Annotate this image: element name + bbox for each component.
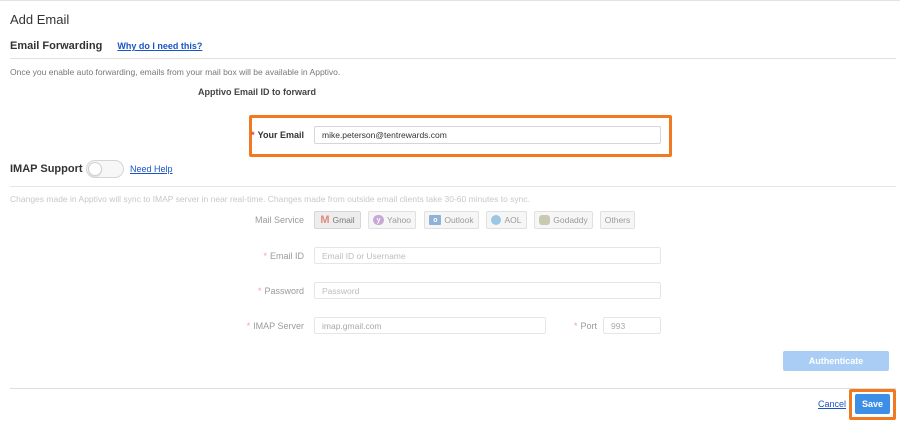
your-email-input[interactable] xyxy=(314,126,661,144)
save-button[interactable]: Save xyxy=(855,394,890,414)
gmail-service-button[interactable]: M Gmail xyxy=(314,211,361,229)
port-input[interactable] xyxy=(603,317,661,334)
email-id-label: * Email ID xyxy=(220,251,304,261)
imap-divider xyxy=(10,186,896,187)
aol-icon xyxy=(491,215,502,225)
password-label-text: Password xyxy=(264,286,304,296)
port-label: * Port xyxy=(555,321,597,331)
outlook-label: Outlook xyxy=(444,215,474,225)
godaddy-icon xyxy=(539,215,551,225)
why-need-this-link[interactable]: Why do I need this? xyxy=(117,41,202,51)
password-label: * Password xyxy=(220,286,304,296)
forwarding-divider xyxy=(10,58,896,59)
port-label-text: Port xyxy=(580,321,597,331)
toggle-knob xyxy=(88,162,102,176)
outlook-service-button[interactable]: o Outlook xyxy=(424,211,479,229)
aol-service-button[interactable]: AOL xyxy=(486,211,527,229)
email-id-input[interactable] xyxy=(314,247,661,264)
forwarding-description: Once you enable auto forwarding, emails … xyxy=(10,67,341,77)
others-service-button[interactable]: Others xyxy=(600,211,635,229)
outlook-icon: o xyxy=(429,215,442,225)
page-title: Add Email xyxy=(10,12,70,27)
required-mark: * xyxy=(257,286,262,296)
others-label: Others xyxy=(604,215,631,225)
imap-server-label-text: IMAP Server xyxy=(253,321,304,331)
required-mark: * xyxy=(263,251,267,261)
email-forwarding-title: Email Forwarding xyxy=(10,40,103,52)
authenticate-button[interactable]: Authenticate xyxy=(783,351,889,371)
aol-label: AOL xyxy=(504,215,522,225)
footer-divider xyxy=(10,388,896,389)
yahoo-service-button[interactable]: y Yahoo xyxy=(368,211,416,229)
need-help-link[interactable]: Need Help xyxy=(130,164,173,174)
apptivo-email-label: Apptivo Email ID to forward xyxy=(198,87,317,97)
gmail-icon: M xyxy=(320,213,330,226)
imap-support-title: IMAP Support xyxy=(10,163,83,175)
email-id-label-text: Email ID xyxy=(269,251,304,261)
mail-service-label: Mail Service xyxy=(254,215,304,225)
imap-server-label: * IMAP Server xyxy=(220,321,304,331)
your-email-label: * Your Email xyxy=(240,130,304,140)
password-input[interactable] xyxy=(314,282,661,299)
gmail-label: Gmail xyxy=(332,215,355,225)
godaddy-service-button[interactable]: Godaddy xyxy=(534,211,593,229)
cancel-link[interactable]: Cancel xyxy=(818,399,846,409)
godaddy-label: Godaddy xyxy=(553,215,588,225)
your-email-label-text: Your Email xyxy=(257,130,304,140)
top-border xyxy=(0,0,900,1)
imap-support-toggle[interactable] xyxy=(86,160,124,178)
imap-description: Changes made in Apptivo will sync to IMA… xyxy=(10,194,531,204)
required-mark: * xyxy=(573,321,578,331)
required-mark: * xyxy=(251,130,255,140)
yahoo-label: Yahoo xyxy=(387,215,411,225)
yahoo-icon: y xyxy=(373,215,385,225)
required-mark: * xyxy=(246,321,251,331)
email-forwarding-heading: Email Forwarding Why do I need this? xyxy=(10,40,202,52)
imap-server-input[interactable] xyxy=(314,317,546,334)
